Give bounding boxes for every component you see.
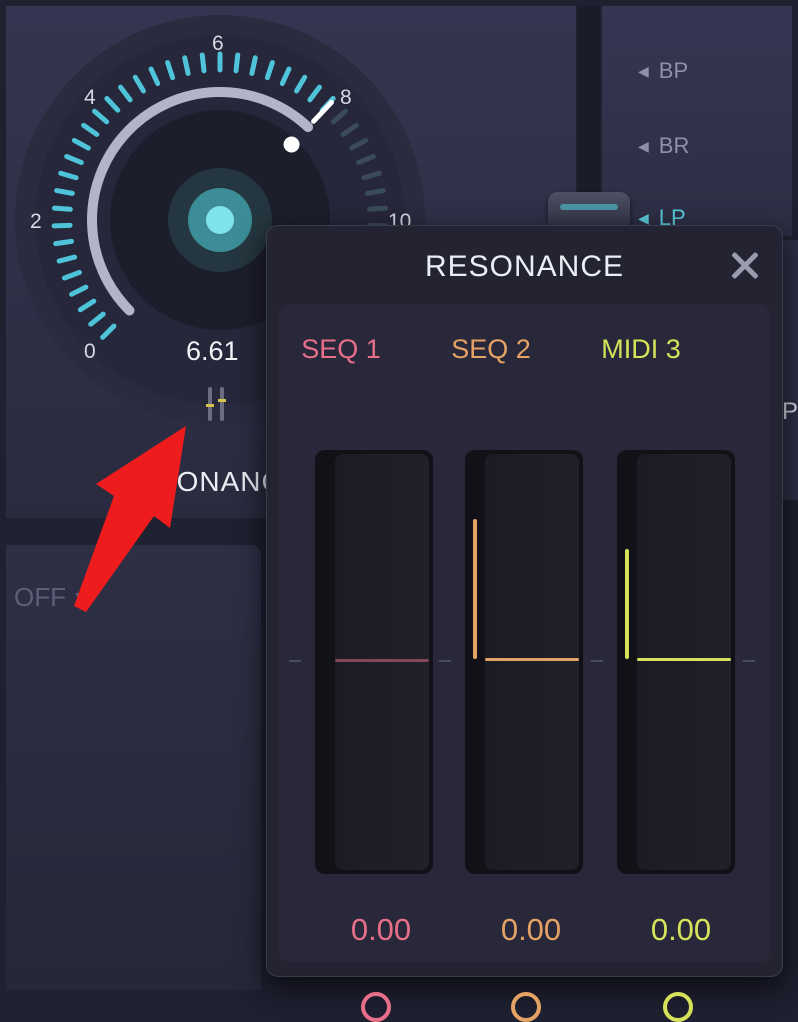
- mod-source-ring-seq2[interactable]: [511, 992, 541, 1022]
- knob-scale-tick: [51, 205, 73, 212]
- knob-scale-tick: [233, 52, 241, 74]
- knob-scale-tick: [51, 222, 73, 229]
- arrow-shape: [74, 426, 186, 612]
- filter-type-panel: [602, 6, 792, 236]
- knob-indicator-dot: [283, 136, 300, 153]
- level-line-seq2: [485, 658, 579, 661]
- filter-type-br[interactable]: ◀ BR: [638, 133, 689, 159]
- knob-scale-tick: [199, 52, 207, 74]
- filter-type-br-label: BR: [658, 133, 690, 158]
- partial-label: P: [782, 398, 798, 425]
- knob-scale-tick: [53, 238, 75, 247]
- mod-source-ring-midi3[interactable]: [663, 992, 693, 1022]
- center-marker: [289, 660, 301, 662]
- column-title-seq1: SEQ 1: [301, 334, 381, 364]
- knob-tick-label-8: 8: [340, 86, 352, 109]
- knob-tick-label-4: 4: [84, 86, 96, 109]
- pointer-arrow-icon: [74, 426, 186, 612]
- mod-source-ring-seq1[interactable]: [361, 992, 391, 1022]
- value-seq1: 0.00: [350, 912, 412, 947]
- level-line-midi3: [637, 658, 731, 661]
- mod-amount-midi3: [625, 549, 629, 659]
- value-midi3: 0.00: [650, 912, 712, 947]
- knob-scale-tick: [249, 55, 258, 76]
- center-marker: [591, 660, 603, 662]
- close-icon[interactable]: [725, 246, 765, 286]
- dropdown-value: OFF: [14, 582, 66, 612]
- knob-scale-tick: [365, 188, 386, 196]
- value-seq2: 0.00: [500, 912, 562, 947]
- triangle-left-icon: ◀: [638, 137, 649, 154]
- filter-type-bp[interactable]: ◀ BP: [638, 58, 688, 84]
- modulation-columns: SEQ 1 SEQ 2 MIDI 3 0.00 0.00 0.00: [279, 304, 770, 1022]
- knob-tick-label-2: 2: [30, 210, 42, 233]
- mod-amount-seq2: [473, 519, 477, 659]
- center-marker: [439, 660, 451, 662]
- mod-slider-midi3[interactable]: [617, 450, 735, 874]
- triangle-left-icon: ◀: [638, 62, 649, 79]
- column-title-seq2: SEQ 2: [451, 334, 531, 364]
- level-line-seq1: [335, 659, 429, 662]
- knob-value-readout: 6.61: [186, 336, 239, 366]
- mod-slider-seq2[interactable]: [465, 450, 583, 874]
- knob-scale-tick: [54, 188, 75, 196]
- filter-type-bp-label: BP: [658, 58, 689, 83]
- knob-tick-label-6: 6: [212, 32, 224, 55]
- knob-tick-label-0: 0: [84, 340, 96, 363]
- mod-slider-seq1[interactable]: [315, 450, 433, 874]
- popup-title: RESONANCE: [424, 250, 625, 283]
- triangle-left-icon: ◀: [638, 209, 649, 226]
- center-marker: [743, 660, 755, 662]
- modulation-sliders-icon[interactable]: [206, 387, 228, 421]
- knob-scale-tick: [367, 205, 389, 212]
- column-title-midi3: MIDI 3: [601, 334, 681, 364]
- knob-scale-tick: [182, 55, 191, 76]
- knob-center-light: [206, 206, 234, 234]
- resonance-modulation-popup: RESONANCE SEQ 1 SEQ 2 MIDI 3 0.00 0.00 0…: [266, 225, 783, 1022]
